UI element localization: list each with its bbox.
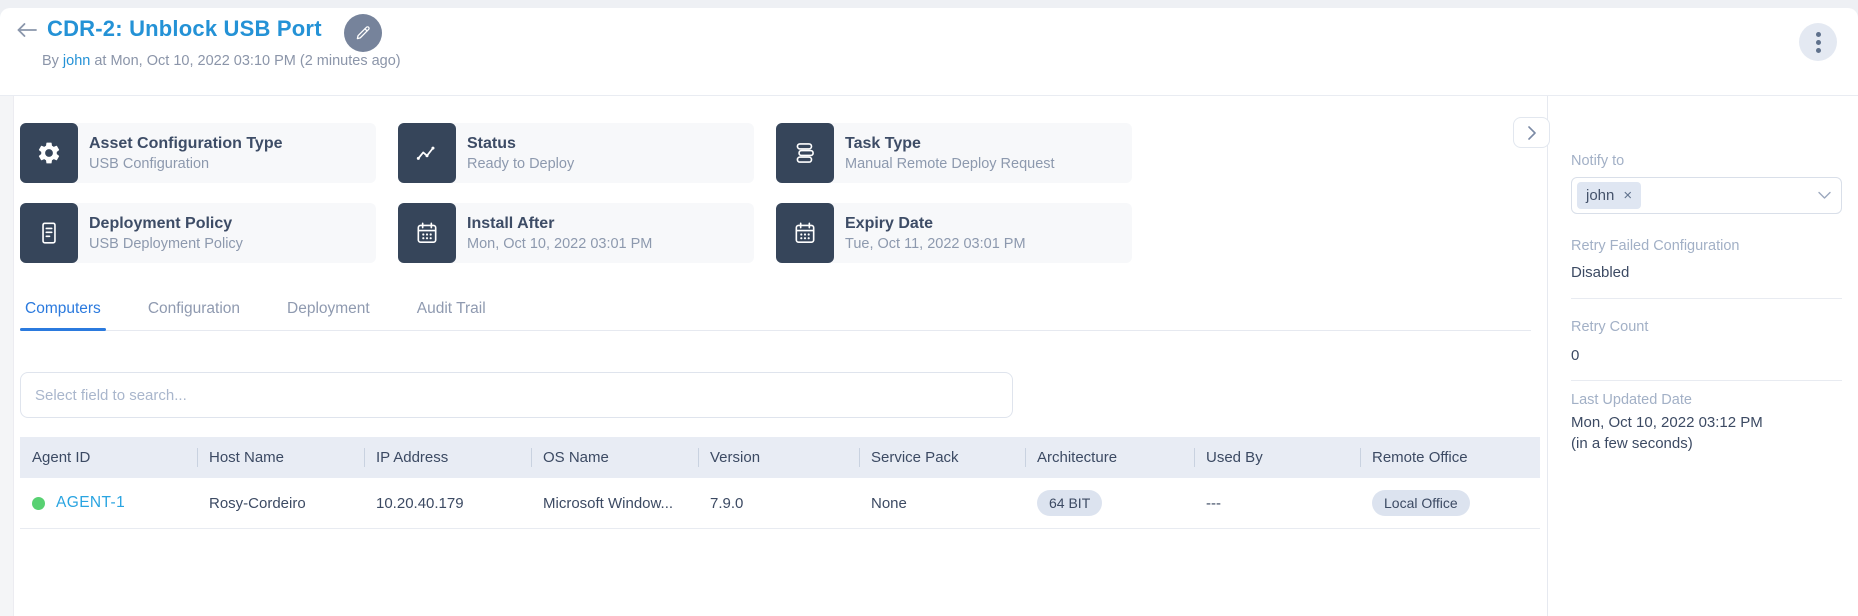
notify-to-label: Notify to bbox=[1571, 153, 1625, 169]
tab-audit-trail[interactable]: Audit Trail bbox=[412, 297, 491, 330]
computers-table: Agent ID Host Name IP Address OS Name Ve… bbox=[20, 437, 1540, 529]
back-button[interactable] bbox=[14, 19, 40, 41]
summary-cards: Asset Configuration Type USB Configurati… bbox=[20, 123, 1132, 263]
pencil-icon bbox=[356, 26, 370, 40]
column-header-os-name: OS Name bbox=[531, 437, 698, 478]
byline-timestamp: at Mon, Oct 10, 2022 03:10 PM (2 minutes… bbox=[94, 53, 401, 69]
online-status-dot bbox=[32, 496, 45, 510]
retry-failed-configuration-value: Disabled bbox=[1571, 264, 1630, 281]
last-updated-value: Mon, Oct 10, 2022 03:12 PM bbox=[1571, 414, 1763, 431]
activity-icon bbox=[416, 146, 435, 160]
retry-failed-configuration-section: Retry Failed Configuration Disabled bbox=[1571, 238, 1842, 281]
kebab-icon bbox=[1815, 31, 1821, 37]
card-value: USB Deployment Policy bbox=[89, 235, 243, 252]
last-updated-label: Last Updated Date bbox=[1571, 392, 1692, 408]
chevron-right-icon bbox=[1527, 125, 1536, 140]
column-header-version: Version bbox=[698, 437, 859, 478]
chevron-down-icon bbox=[1818, 191, 1831, 199]
cell-os-name: Microsoft Window... bbox=[531, 478, 698, 529]
calendar-icon bbox=[795, 222, 815, 244]
card-asset-configuration-type: Asset Configuration Type USB Configurati… bbox=[20, 123, 376, 183]
details-sidebar: Notify to john × Retry Failed Configurat… bbox=[1547, 96, 1858, 616]
retry-count-value: 0 bbox=[1571, 347, 1580, 364]
table-row[interactable]: AGENT-1 Rosy-Cordeiro 10.20.40.179 Micro… bbox=[20, 478, 1540, 529]
more-actions-button[interactable] bbox=[1799, 23, 1837, 61]
table-header-row: Agent ID Host Name IP Address OS Name Ve… bbox=[20, 437, 1540, 478]
card-value: Tue, Oct 11, 2022 03:01 PM bbox=[845, 235, 1026, 252]
agent-link[interactable]: AGENT-1 bbox=[56, 494, 125, 512]
remote-office-badge: Local Office bbox=[1372, 490, 1470, 516]
card-value: Mon, Oct 10, 2022 03:01 PM bbox=[467, 235, 653, 252]
card-title: Asset Configuration Type bbox=[89, 134, 283, 152]
gear-icon bbox=[38, 142, 60, 164]
tab-computers[interactable]: Computers bbox=[20, 297, 106, 331]
architecture-badge: 64 BIT bbox=[1037, 490, 1103, 516]
card-status: Status Ready to Deploy bbox=[398, 123, 754, 183]
card-title: Task Type bbox=[845, 134, 921, 152]
sidebar-divider bbox=[1571, 380, 1842, 381]
card-title: Expiry Date bbox=[845, 214, 934, 232]
tab-deployment[interactable]: Deployment bbox=[282, 297, 375, 330]
column-header-used-by: Used By bbox=[1194, 437, 1360, 478]
last-updated-section: Last Updated Date Mon, Oct 10, 2022 03:1… bbox=[1571, 392, 1842, 452]
document-icon bbox=[42, 222, 56, 244]
column-header-remote-office: Remote Office bbox=[1360, 437, 1540, 478]
last-updated-relative: (in a few seconds) bbox=[1571, 435, 1693, 452]
cell-used-by: --- bbox=[1194, 478, 1360, 529]
notify-chip-label: john bbox=[1586, 187, 1615, 204]
card-value: Manual Remote Deploy Request bbox=[845, 155, 1055, 172]
chip-remove-icon[interactable]: × bbox=[1623, 188, 1632, 203]
edit-title-button[interactable] bbox=[344, 14, 382, 52]
cell-service-pack: None bbox=[859, 478, 1025, 529]
cell-version: 7.9.0 bbox=[698, 478, 859, 529]
byline: By john at Mon, Oct 10, 2022 03:10 PM (2 m… bbox=[42, 53, 401, 69]
tab-bar: Computers Configuration Deployment Audit… bbox=[20, 297, 1531, 331]
notify-to-select[interactable]: john × bbox=[1571, 177, 1842, 214]
card-value: USB Configuration bbox=[89, 155, 210, 172]
column-header-agent-id: Agent ID bbox=[20, 437, 197, 478]
collapse-sidebar-button[interactable] bbox=[1513, 117, 1550, 148]
column-header-architecture: Architecture bbox=[1025, 437, 1194, 478]
column-header-host-name: Host Name bbox=[197, 437, 364, 478]
column-header-ip-address: IP Address bbox=[364, 437, 531, 478]
calendar-icon bbox=[417, 222, 437, 244]
tab-configuration[interactable]: Configuration bbox=[143, 297, 245, 330]
configuration-detail-page: CDR-2: Unblock USB Port By john at Mon, Oc… bbox=[0, 0, 1858, 616]
left-gutter bbox=[0, 96, 14, 616]
cell-host-name: Rosy-Cordeiro bbox=[197, 478, 364, 529]
retry-count-label: Retry Count bbox=[1571, 319, 1649, 335]
byline-author-link[interactable]: john bbox=[63, 53, 90, 69]
sidebar-divider bbox=[1571, 298, 1842, 299]
back-arrow-icon bbox=[17, 23, 37, 37]
card-install-after: Install After Mon, Oct 10, 2022 03:01 PM bbox=[398, 203, 754, 263]
card-deployment-policy: Deployment Policy USB Deployment Policy bbox=[20, 203, 376, 263]
byline-prefix: By bbox=[42, 53, 59, 69]
column-header-service-pack: Service Pack bbox=[859, 437, 1025, 478]
retry-failed-configuration-label: Retry Failed Configuration bbox=[1571, 238, 1740, 254]
card-title: Install After bbox=[467, 214, 555, 232]
stack-icon bbox=[796, 143, 814, 163]
notify-chip[interactable]: john × bbox=[1577, 182, 1642, 209]
card-title: Status bbox=[467, 134, 516, 152]
page-title: CDR-2: Unblock USB Port bbox=[47, 16, 322, 41]
card-title: Deployment Policy bbox=[89, 214, 233, 232]
card-task-type: Task Type Manual Remote Deploy Request bbox=[776, 123, 1132, 183]
retry-count-section: Retry Count 0 bbox=[1571, 319, 1842, 364]
search-input[interactable] bbox=[20, 372, 1013, 418]
card-value: Ready to Deploy bbox=[467, 155, 575, 172]
card-expiry-date: Expiry Date Tue, Oct 11, 2022 03:01 PM bbox=[776, 203, 1132, 263]
cell-ip-address: 10.20.40.179 bbox=[364, 478, 531, 529]
